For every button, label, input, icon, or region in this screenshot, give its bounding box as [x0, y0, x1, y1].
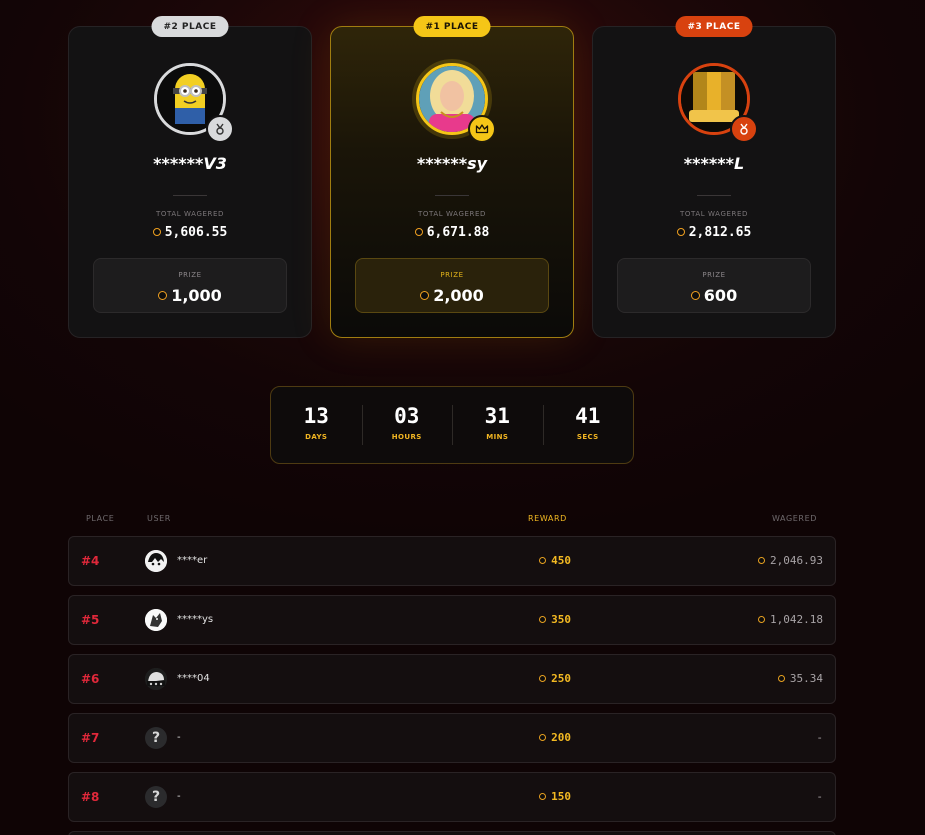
row-wagered: 1,042.18 — [758, 613, 823, 626]
coin-icon — [539, 674, 547, 682]
row-reward: 350 — [539, 613, 571, 626]
podium-card-third: #3 PLACE ******L TOTAL WAGERED 2,812.65 … — [592, 16, 836, 338]
coin-icon — [152, 227, 161, 236]
total-wagered-label: TOTAL WAGERED — [418, 210, 486, 218]
divider — [435, 195, 469, 196]
row-wagered: 35.34 — [777, 672, 823, 685]
row-place: #5 — [81, 613, 100, 627]
prize-box: PRIZE 2,000 — [355, 258, 549, 313]
prize-label: PRIZE — [440, 271, 464, 279]
days-value: 13 — [303, 404, 329, 428]
row-user: ****er — [177, 555, 208, 566]
medal-icon — [730, 115, 758, 143]
hours-value: 03 — [394, 404, 420, 428]
mins-label: MINS — [486, 433, 509, 441]
table-row[interactable] — [68, 831, 836, 835]
days-label: DAYS — [305, 433, 328, 441]
question-icon: ? — [145, 727, 167, 749]
countdown-mins: 31 MINS — [452, 387, 543, 463]
row-user: *****ys — [177, 614, 214, 625]
coin-icon — [539, 733, 547, 741]
username: ******sy — [416, 154, 488, 173]
countdown-hours: 03 HOURS — [361, 387, 453, 463]
row-reward: 150 — [539, 790, 571, 803]
table-row[interactable]: #6 ****04 250 35.34 — [68, 654, 836, 704]
countdown-secs: 41 SECS — [542, 387, 634, 463]
countdown-days: 13 DAYS — [271, 387, 362, 463]
header-place: PLACE — [86, 514, 115, 523]
divider — [173, 195, 207, 196]
table-row[interactable]: #5 *****ys 350 1,042.18 — [68, 595, 836, 645]
row-reward: 250 — [539, 672, 571, 685]
coin-icon — [758, 615, 766, 623]
coin-icon — [539, 556, 547, 564]
question-icon: ? — [145, 786, 167, 808]
coin-icon — [758, 556, 766, 564]
coin-icon — [414, 227, 423, 236]
wolf-avatar-icon — [145, 609, 167, 631]
coin-icon — [539, 615, 547, 623]
table-row[interactable]: #7 ? - 200 - — [68, 713, 836, 763]
header-wagered: WAGERED — [771, 514, 817, 523]
prize-value: 1,000 — [94, 286, 286, 305]
podium-card-first: #1 PLACE ******sy TOTAL WAGERED 6,671.88… — [330, 16, 574, 338]
row-place: #8 — [81, 790, 100, 804]
prize-box: PRIZE 600 — [617, 258, 811, 313]
podium-card-second: #2 PLACE ******V3 TOTAL WAGERED 5,606.55… — [68, 16, 312, 338]
anime-avatar-icon — [145, 550, 167, 572]
coin-icon — [676, 227, 685, 236]
total-wagered-label: TOTAL WAGERED — [156, 210, 224, 218]
coin-icon — [777, 674, 785, 682]
mask-avatar-icon — [145, 668, 167, 690]
username: ******V3 — [153, 154, 227, 173]
medal-icon — [206, 115, 234, 143]
row-reward: 200 — [539, 731, 571, 744]
avatar — [154, 63, 234, 143]
crown-icon — [468, 115, 496, 143]
coin-icon — [420, 291, 430, 300]
row-user: - — [177, 791, 181, 802]
row-wagered: - — [816, 731, 823, 744]
place-badge: #3 PLACE — [675, 16, 753, 37]
prize-label: PRIZE — [702, 271, 726, 279]
header-user: USER — [147, 514, 171, 523]
total-wagered-value: 5,606.55 — [69, 225, 311, 240]
row-place: #6 — [81, 672, 100, 686]
countdown-timer: 13 DAYS 03 HOURS 31 MINS 41 SECS — [270, 386, 634, 464]
place-badge: #2 PLACE — [151, 16, 229, 37]
coin-icon — [690, 291, 700, 300]
coin-icon — [539, 792, 547, 800]
divider — [697, 195, 731, 196]
row-place: #7 — [81, 731, 100, 745]
mins-value: 31 — [484, 404, 510, 428]
secs-label: SECS — [576, 433, 599, 441]
username: ******L — [683, 154, 745, 173]
avatar — [416, 63, 496, 143]
row-place: #4 — [81, 554, 100, 568]
avatar — [678, 63, 758, 143]
prize-label: PRIZE — [178, 271, 202, 279]
total-wagered-label: TOTAL WAGERED — [680, 210, 748, 218]
row-wagered: 2,046.93 — [758, 554, 823, 567]
total-wagered-value: 6,671.88 — [331, 225, 573, 240]
row-user: ****04 — [177, 673, 210, 684]
header-reward: REWARD — [528, 514, 567, 523]
table-row[interactable]: #4 ****er 450 2,046.93 — [68, 536, 836, 586]
hours-label: HOURS — [391, 433, 422, 441]
row-user: - — [177, 732, 181, 743]
table-row[interactable]: #8 ? - 150 - — [68, 772, 836, 822]
place-badge: #1 PLACE — [413, 16, 491, 37]
prize-value: 600 — [618, 286, 810, 305]
row-reward: 450 — [539, 554, 571, 567]
prize-box: PRIZE 1,000 — [93, 258, 287, 313]
row-wagered: - — [816, 790, 823, 803]
coin-icon — [158, 291, 168, 300]
prize-value: 2,000 — [356, 286, 548, 305]
total-wagered-value: 2,812.65 — [593, 225, 835, 240]
secs-value: 41 — [575, 404, 601, 428]
